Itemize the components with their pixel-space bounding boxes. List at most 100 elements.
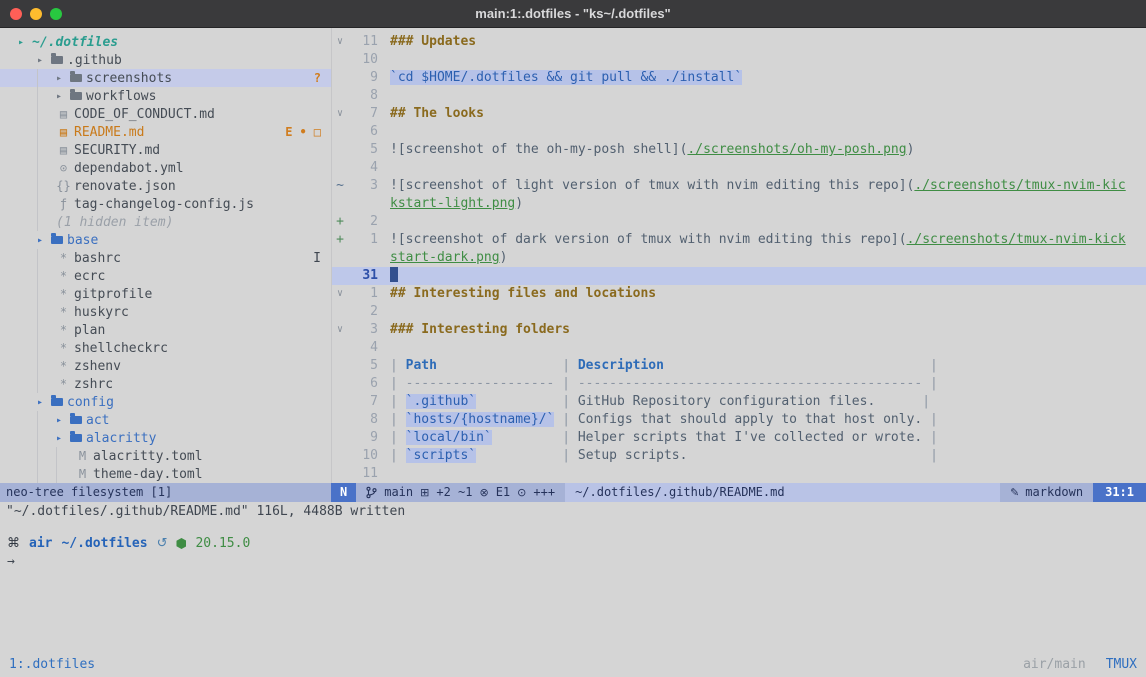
indent-guide xyxy=(18,447,37,465)
tree-item-plan[interactable]: *plan xyxy=(0,321,331,339)
tree-item-gitprofile[interactable]: *gitprofile xyxy=(0,285,331,303)
tree-item-shellcheckrc[interactable]: *shellcheckrc xyxy=(0,339,331,357)
tree-item-label: SECURITY.md xyxy=(74,143,160,158)
chevron-icon: ▸ xyxy=(56,415,70,426)
line-text: | Path | Description | xyxy=(390,357,1146,375)
text-span: ![screenshot of the oh-my-posh shell]( xyxy=(390,142,687,157)
indent-guide xyxy=(18,249,37,267)
tree-item-readme-md[interactable]: ▤README.mdE•□ xyxy=(0,123,331,141)
editor-line[interactable]: 8| `hosts/{hostname}/` | Configs that sh… xyxy=(332,411,1146,429)
text-span xyxy=(492,430,555,445)
line-number: 9 xyxy=(348,69,378,87)
minimize-button[interactable] xyxy=(30,8,42,20)
zoom-button[interactable] xyxy=(50,8,62,20)
gutter-sign: ∨ xyxy=(332,105,348,123)
tree-item-bashrc[interactable]: *bashrcI xyxy=(0,249,331,267)
tree-item-act[interactable]: ▸ act xyxy=(0,411,331,429)
editor-line[interactable]: 10 xyxy=(332,51,1146,69)
line-number: 31 xyxy=(348,267,378,285)
text-span: `local/bin` xyxy=(406,430,492,445)
editor-line[interactable]: 2 xyxy=(332,303,1146,321)
close-button[interactable] xyxy=(10,8,22,20)
line-text: | `scripts` | Setup scripts. | xyxy=(390,447,1146,465)
prompt-arrow: → xyxy=(7,554,1146,569)
text-span: GitHub Repository configuration files. xyxy=(578,394,922,409)
tree-item-dependabot-yml[interactable]: ⊙dependabot.yml xyxy=(0,159,331,177)
editor-line[interactable]: 10| `scripts` | Setup scripts. | xyxy=(332,447,1146,465)
text-span: ./screenshots/oh-my-posh.png xyxy=(687,142,906,157)
tmux-window-label[interactable]: 1:.dotfiles xyxy=(9,657,95,672)
editor-line[interactable]: 9| `local/bin` | Helper scripts that I'v… xyxy=(332,429,1146,447)
tree-item-label: bashrc xyxy=(74,251,121,266)
text-span: Setup scripts. xyxy=(578,448,922,463)
tree-item-code-of-conduct-md[interactable]: ▤CODE_OF_CONDUCT.md xyxy=(0,105,331,123)
tree-item-alacritty[interactable]: ▸alacritty xyxy=(0,429,331,447)
tree-item-base[interactable]: ▸base xyxy=(0,231,331,249)
cursor-block xyxy=(390,267,398,282)
indent-guide xyxy=(56,447,75,465)
editor-line[interactable]: ~3![screenshot of light version of tmux … xyxy=(332,177,1146,195)
editor-pane[interactable]: ∨11### Updates109 `cd $HOME/.dotfiles && … xyxy=(331,28,1146,483)
editor-line[interactable]: 9 `cd $HOME/.dotfiles && git pull && ./in… xyxy=(332,69,1146,87)
tree-item-screenshots[interactable]: ▸screenshots? xyxy=(0,69,331,87)
tree-item-renovate-json[interactable]: {}renovate.json xyxy=(0,177,331,195)
tree-item-workflows[interactable]: ▸workflows xyxy=(0,87,331,105)
line-text xyxy=(390,465,1146,483)
editor-line[interactable]: 6| ------------------- | ---------------… xyxy=(332,375,1146,393)
editor-line[interactable]: ∨11### Updates xyxy=(332,33,1146,51)
line-number: 2 xyxy=(348,303,378,321)
indent-guide xyxy=(37,375,56,393)
text-span: ## The looks xyxy=(390,106,484,121)
editor-line[interactable]: 4 xyxy=(332,159,1146,177)
indent-guide xyxy=(37,195,56,213)
text-span: | xyxy=(554,412,577,427)
tree-item-ecrc[interactable]: *ecrc xyxy=(0,267,331,285)
line-text xyxy=(390,51,1146,69)
tree-item-huskyrc[interactable]: *huskyrc xyxy=(0,303,331,321)
asterisk-icon: * xyxy=(56,305,71,319)
tree-item-1-hidden-item[interactable]: (1 hidden item) xyxy=(0,213,331,231)
editor-line[interactable]: ∨3### Interesting folders xyxy=(332,321,1146,339)
editor-line[interactable]: 7| `.github` | GitHub Repository configu… xyxy=(332,393,1146,411)
line-text: ![screenshot of light version of tmux wi… xyxy=(390,177,1146,195)
editor-line[interactable]: 4 xyxy=(332,339,1146,357)
tree-item-zshrc[interactable]: *zshrc xyxy=(0,375,331,393)
tree-item-zshenv[interactable]: *zshenv xyxy=(0,357,331,375)
text-span: ### Interesting folders xyxy=(390,322,570,337)
editor-line[interactable]: start-dark.png) xyxy=(332,249,1146,267)
editor-line[interactable]: 5| Path | Description | xyxy=(332,357,1146,375)
branch-icon xyxy=(366,486,377,499)
editor-line[interactable]: +2 xyxy=(332,213,1146,231)
line-text: start-dark.png) xyxy=(390,249,1146,267)
line-number: 2 xyxy=(348,213,378,231)
tree-item-dotfiles[interactable]: ▸~/.dotfiles xyxy=(0,33,331,51)
editor-line[interactable]: ∨1## Interesting files and locations xyxy=(332,285,1146,303)
tree-item-label: act xyxy=(86,413,109,428)
text-span: | xyxy=(554,430,577,445)
tree-item-label: README.md xyxy=(74,125,144,140)
tree-item-config[interactable]: ▸config xyxy=(0,393,331,411)
toml-icon: M xyxy=(75,467,90,481)
editor-line[interactable]: 31 xyxy=(332,267,1146,285)
editor-line[interactable]: 5![screenshot of the oh-my-posh shell](.… xyxy=(332,141,1146,159)
tree-item-alacritty-toml[interactable]: Malacritty.toml xyxy=(0,447,331,465)
editor-line[interactable]: 6 xyxy=(332,123,1146,141)
text-span xyxy=(664,358,922,373)
editor-line[interactable]: 8 xyxy=(332,87,1146,105)
editor-line[interactable]: 11 xyxy=(332,465,1146,483)
tree-item-github[interactable]: ▸.github xyxy=(0,51,331,69)
editor-line[interactable]: +1![screenshot of dark version of tmux w… xyxy=(332,231,1146,249)
editor-line[interactable]: kstart-light.png) xyxy=(332,195,1146,213)
text-span: `cd $HOME/.dotfiles && git pull && ./ins… xyxy=(390,70,742,85)
editor-line[interactable]: ∨7## The looks xyxy=(332,105,1146,123)
text-span: | xyxy=(390,412,406,427)
gutter-sign-empty xyxy=(332,51,348,69)
line-text: | `local/bin` | Helper scripts that I've… xyxy=(390,429,1146,447)
gutter-sign-empty xyxy=(332,195,348,213)
tree-item-tag-changelog-config-js[interactable]: ƒtag-changelog-config.js xyxy=(0,195,331,213)
tmux-pane-shell[interactable]: ⌘ air ~/.dotfiles ↺ 20.15.0 → xyxy=(0,536,1146,569)
asterisk-icon: * xyxy=(56,287,71,301)
tree-item-theme-day-toml[interactable]: Mtheme-day.toml xyxy=(0,465,331,483)
line-number: 8 xyxy=(348,411,378,429)
tree-item-security-md[interactable]: ▤SECURITY.md xyxy=(0,141,331,159)
